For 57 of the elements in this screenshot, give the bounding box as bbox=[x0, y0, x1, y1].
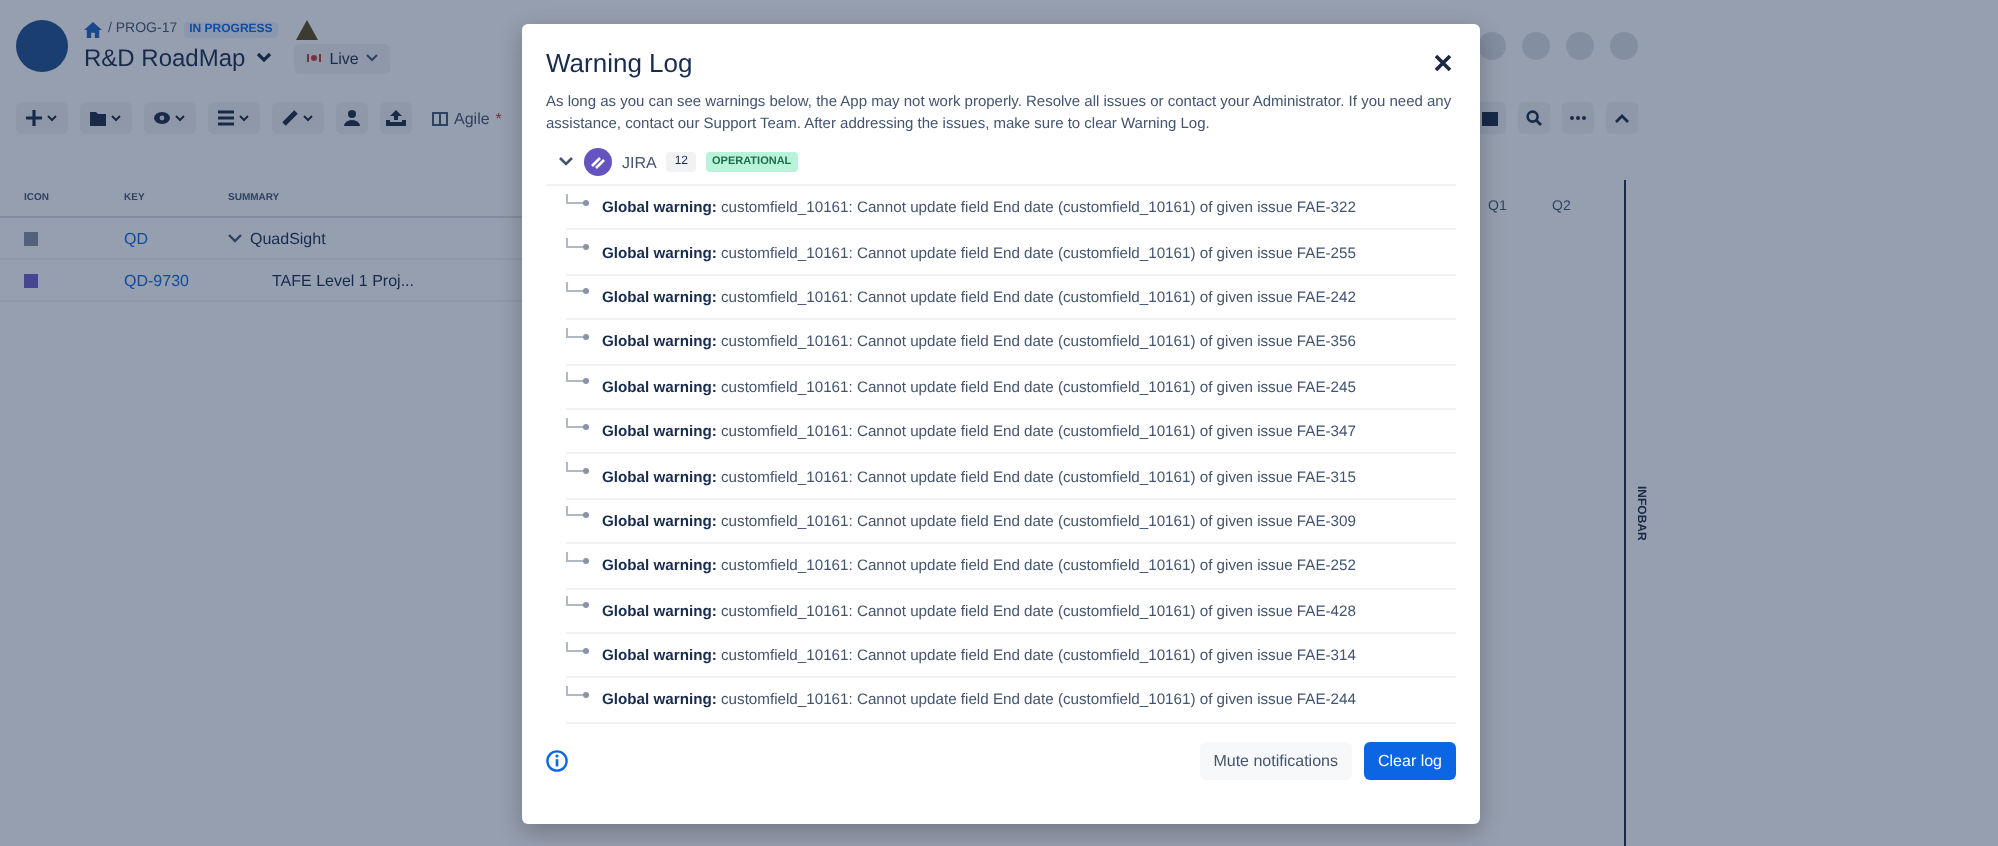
list-dropdown-button[interactable] bbox=[208, 102, 260, 134]
more-button[interactable] bbox=[1562, 102, 1594, 134]
tree-connector bbox=[566, 596, 590, 613]
eye-dropdown-button[interactable] bbox=[144, 102, 196, 134]
person-icon bbox=[342, 110, 362, 126]
tree-connector bbox=[566, 372, 590, 389]
chevron-up-icon bbox=[1614, 113, 1630, 123]
tree-connector bbox=[566, 327, 590, 344]
issue-key-link[interactable]: QD-9730 bbox=[124, 271, 228, 289]
issue-type-icon bbox=[24, 231, 38, 245]
collapse-button[interactable] bbox=[1606, 102, 1638, 134]
columns-icon bbox=[432, 111, 448, 125]
roadmap-title[interactable]: R&D RoadMap bbox=[84, 44, 246, 72]
tree-connector bbox=[566, 193, 590, 210]
summary-cell: QuadSight bbox=[250, 229, 326, 247]
pencil-icon bbox=[282, 110, 314, 126]
broadcast-icon bbox=[305, 52, 322, 64]
chevron-down-icon bbox=[366, 54, 379, 62]
link-dropdown-button[interactable] bbox=[272, 102, 324, 134]
tree-connector bbox=[566, 506, 590, 523]
chevron-down-icon[interactable] bbox=[255, 52, 272, 64]
search-button[interactable] bbox=[1518, 102, 1550, 134]
close-button[interactable] bbox=[1430, 50, 1456, 76]
issue-type-icon bbox=[24, 273, 38, 287]
chevron-icon[interactable] bbox=[228, 233, 242, 243]
tree-connector bbox=[566, 462, 590, 479]
tree-connector bbox=[566, 282, 590, 299]
dialog-title: Warning Log bbox=[546, 48, 693, 78]
secondary-button[interactable]: Mute notifications bbox=[1199, 742, 1352, 780]
folder-dropdown-button[interactable] bbox=[80, 102, 132, 134]
team-button[interactable] bbox=[336, 102, 368, 134]
calendar-icon bbox=[1482, 110, 1498, 126]
tree-connector bbox=[566, 641, 590, 658]
eye-icon bbox=[154, 110, 186, 126]
add-dropdown-button[interactable] bbox=[16, 102, 68, 134]
plus-icon bbox=[26, 110, 58, 126]
upload-icon bbox=[386, 110, 406, 126]
chevron-icon[interactable] bbox=[558, 156, 574, 168]
project-avatar-icon bbox=[16, 20, 68, 72]
view-selector[interactable]: Agile * bbox=[432, 109, 502, 127]
tree-connector bbox=[566, 417, 590, 434]
tree-connector bbox=[566, 685, 590, 702]
home-icon[interactable] bbox=[84, 21, 102, 37]
tree-connector bbox=[566, 238, 590, 255]
issue-key-link[interactable]: QD bbox=[124, 229, 228, 247]
search-icon bbox=[1526, 110, 1542, 126]
jira-logo-icon bbox=[584, 148, 612, 176]
list-icon bbox=[218, 110, 250, 126]
primary-button[interactable]: Clear log bbox=[1363, 742, 1456, 780]
source-name: JIRA bbox=[622, 153, 657, 171]
warning-icon[interactable] bbox=[296, 19, 319, 39]
summary-cell: TAFE Level 1 Proj... bbox=[272, 271, 414, 289]
folder-icon bbox=[90, 110, 122, 126]
live-dropdown[interactable]: Live bbox=[293, 43, 391, 73]
tree-connector bbox=[566, 551, 590, 568]
close-icon bbox=[1434, 54, 1452, 72]
upload-button[interactable] bbox=[380, 102, 412, 134]
